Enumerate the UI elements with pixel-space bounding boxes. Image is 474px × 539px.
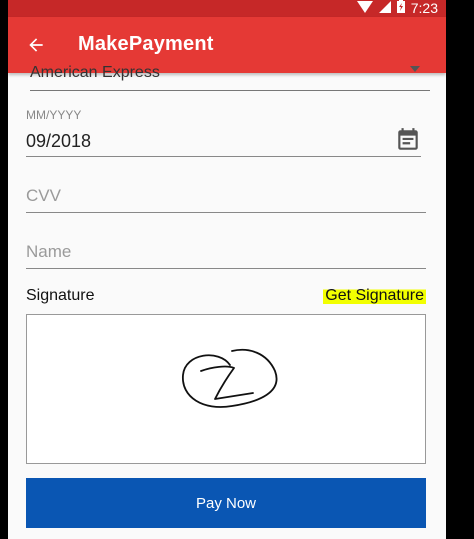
expiry-date-value: 09/2018 xyxy=(26,131,92,151)
calendar-button[interactable] xyxy=(395,127,421,153)
wifi-icon xyxy=(356,0,373,18)
name-input[interactable] xyxy=(26,240,426,264)
calendar-icon xyxy=(398,128,418,150)
signature-drawing xyxy=(182,349,278,408)
dropdown-arrow-icon xyxy=(410,66,420,72)
name-field[interactable] xyxy=(26,234,426,269)
cvv-field[interactable] xyxy=(26,178,426,213)
status-icons: 7:23 xyxy=(356,0,438,18)
status-time: 7:23 xyxy=(410,0,438,16)
signature-label: Signature xyxy=(26,287,95,304)
cvv-input[interactable] xyxy=(26,184,426,208)
payment-screen: 7:23 MakePayment American Express MM/YYY… xyxy=(8,0,446,539)
expiry-label: MM/YYYY xyxy=(26,108,82,122)
get-signature-link[interactable]: Get Signature xyxy=(323,283,426,309)
battery-icon xyxy=(396,0,405,18)
status-bar: 7:23 xyxy=(8,0,446,17)
card-type-dropdown[interactable]: American Express xyxy=(30,52,430,91)
pay-now-button[interactable]: Pay Now xyxy=(26,478,426,528)
signature-pad[interactable] xyxy=(26,314,426,464)
card-type-value: American Express xyxy=(30,64,160,81)
expiry-date-field[interactable]: 09/2018 xyxy=(26,124,421,157)
signal-icon xyxy=(378,0,391,18)
